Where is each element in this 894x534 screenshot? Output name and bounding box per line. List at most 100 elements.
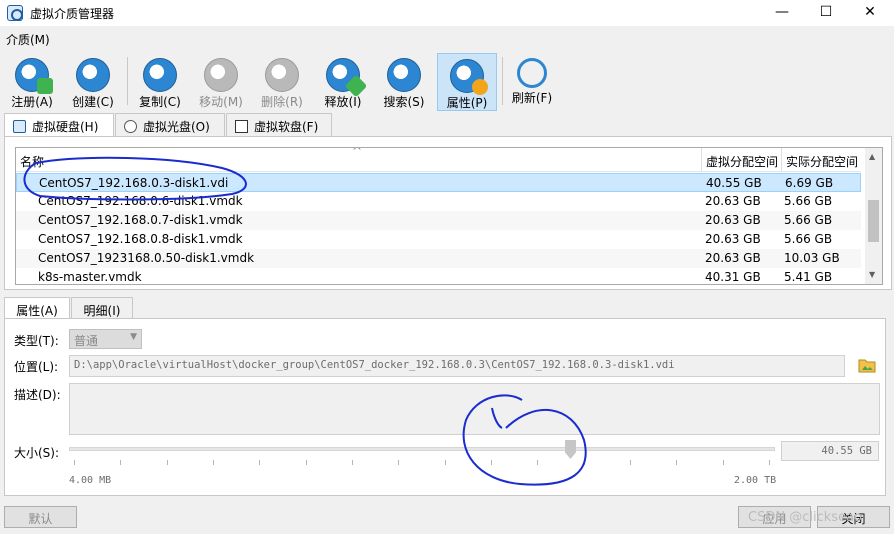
- list-header: 名称 ^ 虚拟分配空间 实际分配空间: [16, 148, 861, 172]
- column-virtual-size[interactable]: 虚拟分配空间: [706, 153, 778, 170]
- location-label: 位置(L):: [14, 360, 59, 374]
- title-bar: 虚拟介质管理器 — ☐ ✕: [0, 0, 894, 26]
- size-field[interactable]: 40.55 GB: [781, 441, 879, 461]
- scrollbar-thumb[interactable]: [868, 200, 879, 242]
- create-icon: [76, 58, 110, 92]
- virtualbox-icon: [7, 5, 23, 21]
- close-window-button[interactable]: ✕: [850, 0, 890, 26]
- copy-button[interactable]: 复制(C): [134, 53, 186, 111]
- minimize-button[interactable]: —: [762, 0, 802, 26]
- table-row[interactable]: CentOS7_192.168.0.8-disk1.vmdk 20.63 GB …: [16, 230, 861, 249]
- maximize-button[interactable]: ☐: [806, 0, 846, 26]
- location-field[interactable]: D:\app\Oracle\virtualHost\docker_group\C…: [69, 355, 845, 377]
- slider-tick: [74, 460, 75, 465]
- toolbar: 注册(A) 创建(C) 复制(C) 移动(M) 删除(R) 释放(I) 搜索(S…: [0, 53, 894, 111]
- row-name: CentOS7_192.168.0.6-disk1.vmdk: [38, 194, 243, 208]
- size-label: 大小(S):: [14, 446, 60, 460]
- properties-label: 属性(P): [446, 96, 488, 110]
- create-button[interactable]: 创建(C): [66, 53, 120, 111]
- column-name[interactable]: 名称: [20, 153, 44, 170]
- register-label: 注册(A): [11, 95, 53, 109]
- slider-tick: [676, 460, 677, 465]
- move-label: 移动(M): [199, 95, 243, 109]
- table-row[interactable]: CentOS7_1923168.0.50-disk1.vmdk 20.63 GB…: [16, 249, 861, 268]
- register-button[interactable]: 注册(A): [6, 53, 58, 111]
- delete-label: 删除(R): [261, 95, 303, 109]
- refresh-icon: [517, 58, 547, 88]
- move-button[interactable]: 移动(M): [194, 53, 248, 111]
- properties-panel: 类型(T): 普通 ▼ 位置(L): D:\app\Oracle\virtual…: [4, 318, 886, 496]
- description-label: 描述(D):: [14, 388, 61, 402]
- create-label: 创建(C): [72, 95, 114, 109]
- scroll-up-icon[interactable]: ▲: [869, 152, 875, 161]
- tab-optical-disks[interactable]: 虚拟光盘(O): [115, 113, 225, 136]
- scroll-down-icon[interactable]: ▼: [869, 270, 875, 279]
- slider-tick: [584, 460, 585, 465]
- row-name: CentOS7_1923168.0.50-disk1.vmdk: [38, 251, 255, 265]
- description-field[interactable]: [69, 383, 880, 435]
- window-title: 虚拟介质管理器: [30, 7, 115, 21]
- move-icon: [204, 58, 238, 92]
- menu-bar: 介质(M): [0, 28, 894, 50]
- size-max-label: 2.00 TB: [734, 475, 777, 486]
- properties-button[interactable]: 属性(P): [437, 53, 497, 111]
- release-label: 释放(I): [324, 95, 362, 109]
- slider-tick: [537, 460, 538, 465]
- column-divider[interactable]: [781, 148, 782, 172]
- slider-tick: [445, 460, 446, 465]
- release-icon: [326, 58, 368, 98]
- folder-open-icon[interactable]: [858, 357, 876, 373]
- optical-disk-icon: [124, 120, 137, 133]
- tab-floppy-disks-label: 虚拟软盘(F): [254, 120, 319, 134]
- release-button[interactable]: 释放(I): [317, 53, 369, 111]
- size-min-label: 4.00 MB: [69, 475, 112, 486]
- slider-tick: [120, 460, 121, 465]
- delete-button[interactable]: 删除(R): [255, 53, 309, 111]
- search-icon: [387, 58, 421, 92]
- search-button[interactable]: 搜索(S): [378, 53, 430, 111]
- row-name: CentOS7_192.168.0.3-disk1.vdi: [39, 176, 229, 190]
- tab-hard-disks[interactable]: 虚拟硬盘(H): [4, 113, 114, 138]
- type-select[interactable]: 普通 ▼: [69, 329, 142, 349]
- tab-details[interactable]: 明细(I): [71, 297, 133, 320]
- menu-media[interactable]: 介质(M): [6, 31, 50, 48]
- table-row[interactable]: CentOS7_192.168.0.6-disk1.vmdk 20.63 GB …: [16, 192, 861, 211]
- delete-icon: [265, 58, 299, 92]
- column-actual-size[interactable]: 实际分配空间: [786, 153, 858, 170]
- sort-indicator-icon: ^: [352, 147, 363, 158]
- slider-tick: [306, 460, 307, 465]
- table-row[interactable]: CentOS7_192.168.0.7-disk1.vmdk 20.63 GB …: [16, 211, 861, 230]
- type-label: 类型(T):: [14, 334, 59, 348]
- reset-button[interactable]: 默认: [4, 506, 77, 528]
- media-list[interactable]: 名称 ^ 虚拟分配空间 实际分配空间 CentOS7_192.168.0.3-d…: [15, 147, 883, 285]
- tab-floppy-disks[interactable]: 虚拟软盘(F): [226, 113, 332, 136]
- slider-tick: [723, 460, 724, 465]
- slider-tick: [352, 460, 353, 465]
- refresh-label: 刷新(F): [511, 91, 553, 105]
- row-name: CentOS7_192.168.0.8-disk1.vmdk: [38, 232, 243, 246]
- size-slider-thumb[interactable]: [565, 440, 576, 459]
- register-icon: [15, 58, 53, 94]
- chevron-down-icon: ▼: [130, 332, 137, 342]
- column-divider[interactable]: [701, 148, 702, 172]
- slider-tick: [769, 460, 770, 465]
- list-scrollbar[interactable]: ▲ ▼: [865, 148, 882, 284]
- size-slider[interactable]: [69, 447, 775, 451]
- table-row[interactable]: k8s-master.vmdk 40.31 GB 5.41 GB: [16, 268, 861, 284]
- hard-disks-panel: 名称 ^ 虚拟分配空间 实际分配空间 CentOS7_192.168.0.3-d…: [4, 136, 892, 290]
- size-slider-ticks: [74, 460, 770, 466]
- toolbar-separator: [127, 57, 128, 105]
- properties-icon: [450, 59, 488, 95]
- row-virtual-size: 20.63 GB: [705, 194, 761, 208]
- row-virtual-size: 40.31 GB: [705, 270, 761, 284]
- table-row[interactable]: CentOS7_192.168.0.3-disk1.vdi 40.55 GB 6…: [16, 173, 861, 192]
- slider-tick: [398, 460, 399, 465]
- refresh-button[interactable]: 刷新(F): [508, 53, 556, 111]
- tab-optical-disks-label: 虚拟光盘(O): [143, 120, 210, 134]
- type-value: 普通: [74, 334, 99, 348]
- tab-hard-disks-label: 虚拟硬盘(H): [32, 120, 99, 134]
- row-actual-size: 6.69 GB: [785, 176, 834, 190]
- row-virtual-size: 20.63 GB: [705, 213, 761, 227]
- row-actual-size: 5.66 GB: [784, 194, 833, 208]
- copy-label: 复制(C): [139, 95, 181, 109]
